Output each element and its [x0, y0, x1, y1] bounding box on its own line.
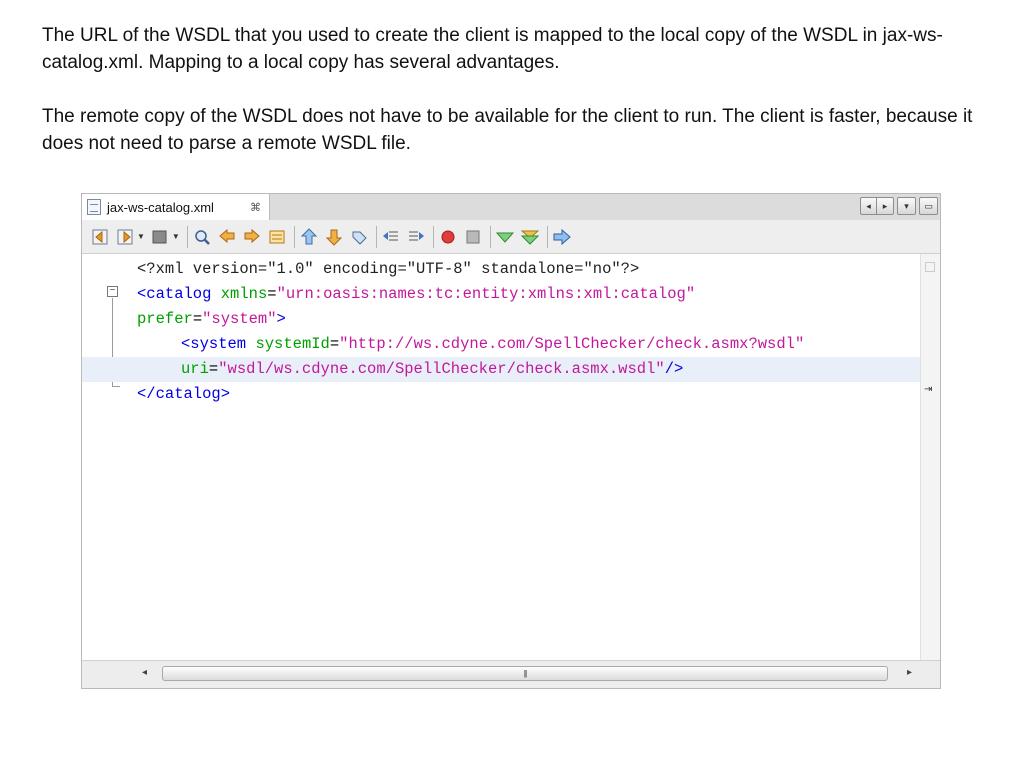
- check-xml-icon[interactable]: [495, 226, 516, 247]
- code-line-3: prefer="system">: [137, 307, 920, 332]
- start-macro-icon[interactable]: [438, 226, 459, 247]
- toolbar-separator: [432, 225, 434, 248]
- code-line-4: <system systemId="http://ws.cdyne.com/Sp…: [137, 332, 920, 357]
- xml-attribute: xmlns: [220, 285, 268, 303]
- last-edit-icon[interactable]: [150, 226, 171, 247]
- editor-gutter: −: [82, 254, 132, 662]
- grip-icon: |||: [523, 669, 527, 678]
- status-box: [925, 262, 935, 272]
- tab-label: jax-ws-catalog.xml: [107, 199, 214, 215]
- next-bookmark-icon[interactable]: [324, 226, 345, 247]
- toolbar-separator: [375, 225, 377, 248]
- horizontal-scrollbar[interactable]: ◂ ||| ▸: [82, 660, 940, 688]
- error-stripe[interactable]: ⇥: [920, 254, 940, 662]
- xml-declaration: <?xml version="1.0" encoding="UTF-8" sta…: [137, 260, 640, 278]
- window-controls: ◂ ▸ ▾ ▭: [860, 197, 938, 215]
- scroll-tabs-right-button[interactable]: ▸: [877, 197, 894, 215]
- xml-attribute: prefer: [137, 310, 193, 328]
- caret-marker-icon: ⇥: [924, 384, 933, 395]
- find-icon[interactable]: [192, 226, 213, 247]
- intro-paragraph-2: The remote copy of the WSDL does not hav…: [42, 106, 973, 154]
- editor-tab-bar: jax-ws-catalog.xml ⌘ ◂ ▸ ▾ ▭: [82, 194, 940, 220]
- code-line-6: </catalog>: [137, 382, 920, 407]
- xml-value: "wsdl/ws.cdyne.com/SpellChecker/check.as…: [218, 360, 665, 378]
- xml-equals: =: [192, 310, 203, 328]
- toolbar-separator: [186, 225, 188, 248]
- xml-attribute: uri: [181, 360, 209, 378]
- code-line-1: <?xml version="1.0" encoding="UTF-8" sta…: [137, 257, 920, 282]
- editor-toolbar: ▼ ▼: [82, 220, 940, 254]
- intro-paragraph-1: The URL of the WSDL that you used to cre…: [42, 25, 943, 73]
- xml-equals: =: [208, 360, 219, 378]
- validate-xml-icon[interactable]: [520, 226, 541, 247]
- ide-editor-window: jax-ws-catalog.xml ⌘ ◂ ▸ ▾ ▭ ▼ ▼ − <?xml…: [81, 193, 941, 689]
- tab-close-icon[interactable]: ⌘: [250, 201, 261, 214]
- shift-left-icon[interactable]: [381, 226, 402, 247]
- toggle-bookmark-icon[interactable]: [349, 226, 370, 247]
- code-line-5-current: uri="wsdl/ws.cdyne.com/SpellChecker/chec…: [82, 357, 920, 382]
- xml-value: "system": [202, 310, 277, 328]
- xml-value: "http://ws.cdyne.com/SpellChecker/check.…: [339, 335, 805, 353]
- stop-macro-icon[interactable]: [463, 226, 484, 247]
- toolbar-separator: [546, 225, 548, 248]
- find-next-icon[interactable]: [242, 226, 263, 247]
- xml-tag-close: />: [664, 360, 684, 378]
- xsl-transform-icon[interactable]: [552, 226, 573, 247]
- scroll-left-arrow-icon[interactable]: ◂: [142, 667, 147, 678]
- code-line-2: <catalog xmlns="urn:oasis:names:tc:entit…: [137, 282, 920, 307]
- xml-file-icon: [87, 199, 101, 215]
- scroll-tabs-left-button[interactable]: ◂: [860, 197, 877, 215]
- fold-guide-end: [112, 386, 120, 387]
- code-editor[interactable]: − <?xml version="1.0" encoding="UTF-8" s…: [82, 254, 940, 662]
- chevron-down-icon[interactable]: ▼: [137, 232, 145, 241]
- xml-code: <?xml version="1.0" encoding="UTF-8" sta…: [82, 257, 920, 407]
- xml-tag: </catalog>: [137, 385, 231, 403]
- chevron-down-icon[interactable]: ▼: [172, 232, 180, 241]
- toolbar-separator: [293, 225, 295, 248]
- toggle-highlight-icon[interactable]: [267, 226, 288, 247]
- fold-toggle[interactable]: −: [107, 286, 118, 297]
- xml-attribute: systemId: [255, 335, 330, 353]
- toolbar-separator: [489, 225, 491, 248]
- scroll-right-arrow-icon[interactable]: ▸: [907, 667, 912, 678]
- forward-history-icon[interactable]: [115, 226, 136, 247]
- back-history-icon[interactable]: [90, 226, 111, 247]
- xml-value: "urn:oasis:names:tc:entity:xmlns:xml:cat…: [276, 285, 696, 303]
- xml-equals: =: [267, 285, 277, 303]
- show-opened-documents-button[interactable]: ▾: [897, 197, 916, 215]
- previous-bookmark-icon[interactable]: [299, 226, 320, 247]
- scroll-thumb[interactable]: |||: [162, 666, 888, 681]
- xml-tag-close: >: [276, 310, 286, 328]
- xml-tag: <catalog: [137, 285, 212, 303]
- xml-equals: =: [329, 335, 340, 353]
- find-previous-icon[interactable]: [217, 226, 238, 247]
- shift-right-icon[interactable]: [406, 226, 427, 247]
- xml-tag: <system: [181, 335, 247, 353]
- tab-jax-ws-catalog[interactable]: jax-ws-catalog.xml ⌘: [82, 194, 270, 220]
- maximize-window-button[interactable]: ▭: [919, 197, 938, 215]
